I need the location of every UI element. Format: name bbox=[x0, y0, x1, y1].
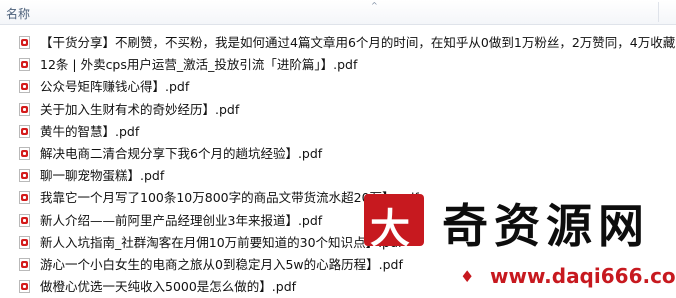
file-name: 12条 | 外卖cps用户运营_激活_投放引流「进阶篇」】.pdf bbox=[40, 57, 358, 73]
file-row[interactable]: 黄牛的智慧】.pdf bbox=[0, 121, 676, 143]
pdf-file-icon bbox=[19, 169, 30, 183]
file-name: 新人介绍——前阿里产品经理创业3年来报道】.pdf bbox=[40, 212, 323, 228]
pdf-file-icon bbox=[19, 36, 30, 49]
pdf-file-icon bbox=[19, 80, 30, 94]
file-name: 关于加入生财有术的奇妙经历】.pdf bbox=[40, 101, 240, 117]
file-row[interactable]: 【干货分享】不刷赞，不买粉，我是如何通过4篇文章用6个月的时间，在知乎从0做到1… bbox=[0, 32, 676, 54]
file-row[interactable]: 做橙心优选一天纯收入5000是怎么做的】.pdf bbox=[0, 276, 676, 298]
file-row[interactable]: 游心一个小白女生的电商之旅从0到稳定月入5w的心路历程】.pdf bbox=[0, 254, 676, 276]
column-header-name[interactable]: 名称 bbox=[6, 5, 30, 22]
pdf-file-icon bbox=[19, 257, 30, 271]
pdf-file-icon bbox=[19, 58, 30, 72]
file-name: 做橙心优选一天纯收入5000是怎么做的】.pdf bbox=[40, 279, 297, 295]
file-row[interactable]: 我靠它一个月写了100条10万800字的商品文带货流水超20万】.pdf bbox=[0, 187, 676, 209]
pdf-file-icon bbox=[19, 191, 30, 205]
file-row[interactable]: 解决电商二清合规分享下我6个月的趟坑经验】.pdf bbox=[0, 143, 676, 165]
pdf-file-icon bbox=[19, 280, 30, 294]
file-name: 【干货分享】不刷赞，不买粉，我是如何通过4篇文章用6个月的时间，在知乎从0做到1… bbox=[40, 35, 676, 50]
file-name: 我靠它一个月写了100条10万800字的商品文带货流水超20万】.pdf bbox=[40, 190, 419, 206]
file-row[interactable]: 12条 | 外卖cps用户运营_激活_投放引流「进阶篇」】.pdf bbox=[0, 54, 676, 76]
file-row[interactable]: 公众号矩阵赚钱心得】.pdf bbox=[0, 76, 676, 98]
file-name: 游心一个小白女生的电商之旅从0到稳定月入5w的心路历程】.pdf bbox=[40, 256, 403, 272]
file-row[interactable]: 新人入坑指南_社群淘客在月佣10万前要知道的30个知识点】.pdf bbox=[0, 232, 676, 254]
file-name: 新人入坑指南_社群淘客在月佣10万前要知道的30个知识点】.pdf bbox=[40, 234, 403, 250]
file-name: 黄牛的智慧】.pdf bbox=[40, 123, 140, 139]
column-header: 名称 ^ bbox=[0, 0, 676, 25]
file-name: 聊一聊宠物蛋糕】.pdf bbox=[40, 168, 165, 184]
sort-arrow-icon[interactable]: ^ bbox=[371, 1, 378, 10]
file-row[interactable]: 新人介绍——前阿里产品经理创业3年来报道】.pdf bbox=[0, 210, 676, 232]
pdf-file-icon bbox=[19, 124, 30, 138]
pdf-file-icon bbox=[19, 146, 30, 160]
file-list: 【干货分享】不刷赞，不买粉，我是如何通过4篇文章用6个月的时间，在知乎从0做到1… bbox=[0, 32, 676, 298]
pdf-file-icon bbox=[19, 102, 30, 116]
column-divider[interactable] bbox=[658, 2, 659, 22]
file-name: 公众号矩阵赚钱心得】.pdf bbox=[40, 79, 190, 95]
file-row[interactable]: 聊一聊宠物蛋糕】.pdf bbox=[0, 165, 676, 187]
pdf-file-icon bbox=[19, 235, 30, 249]
pdf-file-icon bbox=[19, 213, 30, 227]
file-row[interactable]: 关于加入生财有术的奇妙经历】.pdf bbox=[0, 99, 676, 121]
file-name: 解决电商二清合规分享下我6个月的趟坑经验】.pdf bbox=[40, 145, 323, 161]
